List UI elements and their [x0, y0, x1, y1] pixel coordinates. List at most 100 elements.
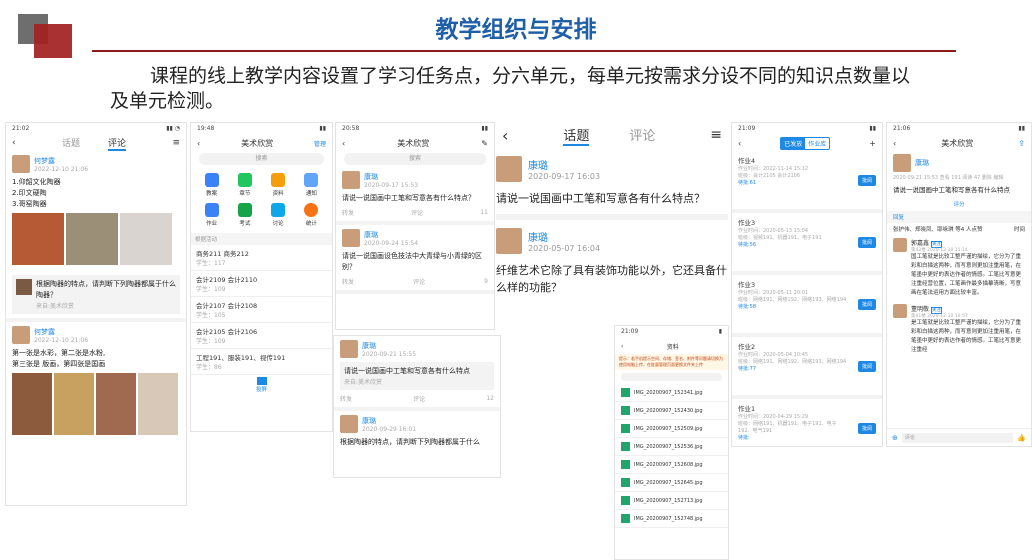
search-input[interactable]: 搜索: [344, 153, 486, 165]
homework-item[interactable]: 作业4 作业时间：2022-11-14 15:12 班级：会计2105 会计2106…: [732, 151, 882, 213]
file-item[interactable]: IMG_20200907_152608.jpg: [615, 456, 728, 474]
screenshot-discussion-replies: 21:06 ▮▮ ‹ 美术欣赏 ⇪ 康璐 2020-09-21 15:53 查看 19…: [886, 122, 1032, 447]
screenshot-topic-comments: 21:02 ▮▮ ◔ ‹ 话题 评论 ≡ 何梦露 2022-12-10 21:06 …: [5, 122, 187, 506]
upload-notice: 提示：若手机提示空间、存储、签名、附件等问题请切换为使用电脑上传，在批量管理页面…: [615, 354, 728, 370]
class-group[interactable]: 商务211 商务212 学生：117: [191, 245, 332, 271]
manage-button[interactable]: 管理: [314, 139, 326, 148]
tab-topic[interactable]: 话题: [563, 125, 590, 146]
pottery-photo[interactable]: [66, 213, 118, 265]
like-count[interactable]: 11: [480, 209, 488, 216]
intro-text: 课程的线上教学内容设置了学习任务点，分六单元，每单元按需求分设不同的知识点数量以…: [110, 65, 911, 112]
comment-post: 何梦露 2022-12-10 21:06 第一张是水彩，第二张是水粉, 第三张是 …: [6, 322, 186, 441]
rate-button[interactable]: 评分: [893, 200, 1025, 208]
file-item[interactable]: IMG_20200907_152748.jpg: [615, 510, 728, 528]
cast-button[interactable]: 投屏: [191, 377, 332, 393]
course-title: 美术欣赏: [241, 138, 274, 148]
art-photo[interactable]: [138, 373, 178, 435]
review-button[interactable]: 批阅: [857, 299, 876, 310]
comment-button[interactable]: 评论: [413, 277, 425, 286]
section-header: 根据活动: [191, 233, 332, 245]
post-line: 2.印文硬陶: [12, 189, 47, 197]
likes-summary: 张护伟、郑晓凤、耶咏琪 等4 人点赞: [893, 227, 983, 233]
add-icon[interactable]: ⊕: [892, 434, 898, 442]
screenshot-topic-large: ‹ 话题 评论 ≡ 康璐 2020-09-17 16:03 请说一说国画中工笔和写…: [496, 122, 728, 330]
image-file-icon: [621, 496, 630, 505]
screenshot-discussion-detail: 康璐 2020-09-21 15:55 请说一说国画中工笔和写意各有什么特点 来自:…: [333, 335, 501, 478]
class-group[interactable]: 会计2105 会计2106 学生：109: [191, 323, 332, 349]
art-photo[interactable]: [54, 373, 94, 435]
class-group[interactable]: 工程191、服装191、视传191 学生：86: [191, 349, 332, 375]
file-item[interactable]: IMG_20200907_152430.jpg: [615, 402, 728, 420]
file-item[interactable]: IMG_20200907_152713.jpg: [615, 492, 728, 510]
homework-item[interactable]: 作业3 作业时间：2020-05-11 20:01 班级：网络191、网络192、网…: [732, 275, 882, 337]
post-line: 第一张是水彩，第二张是水粉,: [12, 349, 106, 357]
search-input[interactable]: 搜索: [199, 153, 324, 165]
share-button[interactable]: 转发: [342, 208, 354, 217]
course-title: 美术欣赏: [397, 138, 430, 148]
avatar: [12, 326, 30, 344]
screenshot-homework: 21:09 ▮▮ ‹ 已发放 作业库 + 作业4 作业时间：2022-11-14 15:1…: [731, 122, 883, 447]
comment-button[interactable]: 评论: [411, 208, 423, 217]
file-item[interactable]: IMG_20200907_152536.jpg: [615, 438, 728, 456]
back-icon[interactable]: ‹: [738, 139, 741, 148]
tab-homework-library[interactable]: 作业库: [805, 138, 829, 149]
review-button[interactable]: 批阅: [857, 423, 876, 434]
tab-comment[interactable]: 评论: [108, 136, 127, 151]
avatar: [340, 340, 358, 358]
icon-discussion[interactable]: 讨论: [262, 203, 295, 227]
sort-toggle[interactable]: 时间: [1014, 225, 1025, 233]
menu-icon[interactable]: ≡: [172, 138, 180, 148]
image-file-icon: [621, 478, 630, 487]
homework-item[interactable]: 作业2 作业时间：2020-05-04 10:45 班级：网络191、网络192、网…: [732, 337, 882, 399]
art-photo[interactable]: [12, 373, 52, 435]
tab-issued[interactable]: 已发放: [781, 137, 806, 149]
linked-topic-title: 根据陶器的特点，请判断下列陶器都属于什么陶器？: [36, 280, 176, 299]
share-icon[interactable]: ⇪: [1018, 139, 1025, 148]
topic-post[interactable]: 康璐 2020-09-29 16:01 根据陶器的特点，请判断下列陶器都属于什么: [334, 411, 500, 452]
like-count[interactable]: 12: [486, 395, 494, 402]
image-file-icon: [621, 442, 630, 451]
like-count[interactable]: 9: [484, 278, 488, 285]
icon-lesson-plan[interactable]: 教案: [195, 173, 228, 197]
tab-comment[interactable]: 评论: [629, 125, 655, 146]
icon-chapters[interactable]: 章节: [228, 173, 261, 197]
homework-item[interactable]: 作业3 作业时间：2020-05-13 15:04 班级：视频191、机器191、电…: [732, 213, 882, 275]
tab-topic[interactable]: 话题: [62, 136, 80, 151]
screenshot-discussion-list: 20:58 ▮▮ ‹ 美术欣赏 ✎ 搜索 康璐 2020-09-17 15:53 请说一…: [335, 122, 495, 330]
reply-filter[interactable]: 回复: [887, 211, 1031, 223]
file-item[interactable]: IMG_20200907_152341.jpg: [615, 384, 728, 402]
linked-topic[interactable]: 根据陶器的特点，请判断下列陶器都属于什么陶器？ 来自:美术欣赏: [12, 275, 180, 314]
icon-materials[interactable]: 资料: [262, 173, 295, 197]
art-photo[interactable]: [96, 373, 136, 435]
topic-post[interactable]: 康璐 2020-05-07 16:04 纤维艺术它除了具有装饰功能以外，它还具备什…: [496, 220, 728, 304]
comment-button[interactable]: 评论: [413, 394, 425, 403]
class-group[interactable]: 会计2109 会计2110 学生：109: [191, 271, 332, 297]
pottery-photo[interactable]: [120, 213, 172, 265]
icon-statistics[interactable]: 统计: [295, 203, 328, 227]
class-group[interactable]: 会计2107 会计2108 学生：105: [191, 297, 332, 323]
topic-post[interactable]: 康璐 2020-09-21 15:55 请说一说国画中工笔和写意各有什么特点 来自:…: [334, 336, 500, 411]
topic-post[interactable]: 康璐 2020-09-17 15:53 请说一说国画中工笔和写意各有什么特点？ 转…: [336, 167, 494, 225]
status-time: 21:06: [893, 125, 911, 132]
comment-input[interactable]: 评论: [901, 432, 1014, 443]
review-button[interactable]: 批阅: [857, 237, 876, 248]
file-item[interactable]: IMG_20200907_152645.jpg: [615, 474, 728, 492]
menu-icon[interactable]: ≡: [710, 127, 722, 143]
file-item[interactable]: IMG_20200907_152509.jpg: [615, 420, 728, 438]
topic-post[interactable]: 康璐 2020-09-17 16:03 请说一说国画中工笔和写意各有什么特点？: [496, 148, 728, 220]
add-icon[interactable]: +: [869, 139, 876, 148]
topic-post[interactable]: 康璐 2020-09-24 15:54 请说一说国画设色技法中大青绿与小青绿的区别…: [336, 225, 494, 294]
pottery-photo[interactable]: [12, 213, 64, 265]
edit-icon[interactable]: ✎: [481, 139, 488, 148]
avatar: [12, 155, 30, 173]
share-button[interactable]: 转发: [340, 394, 352, 403]
icon-notice[interactable]: 通知: [295, 173, 328, 197]
share-button[interactable]: 转发: [342, 277, 354, 286]
review-button[interactable]: 批阅: [857, 361, 876, 372]
review-button[interactable]: 批阅: [857, 175, 876, 186]
icon-exam[interactable]: 考试: [228, 203, 261, 227]
like-icon[interactable]: 👍: [1017, 434, 1026, 442]
icon-homework[interactable]: 作业: [195, 203, 228, 227]
homework-item[interactable]: 作业1 作业时间：2020-04-29 15:29 班级：网络191、机器191、电…: [732, 399, 882, 446]
post-line: 1.仰韶文化陶器: [12, 178, 61, 186]
